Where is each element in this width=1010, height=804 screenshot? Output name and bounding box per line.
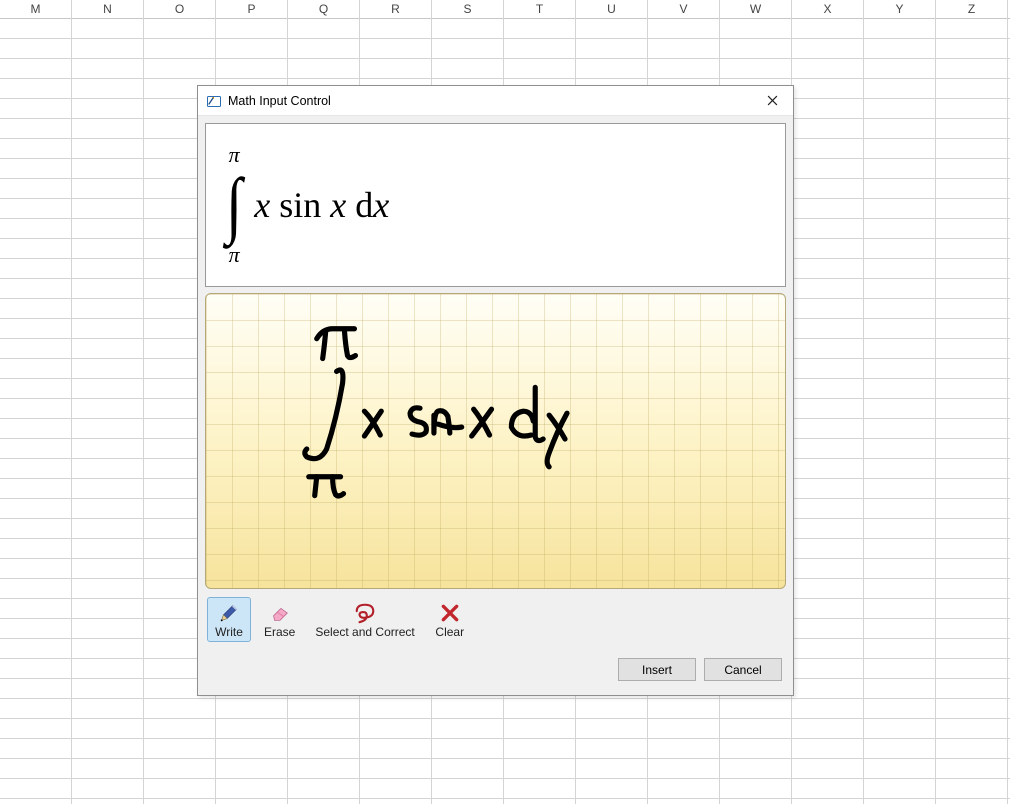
dialog-title: Math Input Control: [228, 94, 331, 108]
cancel-button[interactable]: Cancel: [704, 658, 782, 681]
titlebar: Math Input Control: [198, 86, 793, 116]
handwriting-ink: [206, 294, 785, 588]
integral-symbol: ∫: [226, 166, 242, 244]
write-label: Write: [215, 625, 243, 639]
column-header[interactable]: T: [504, 0, 576, 19]
clear-tool[interactable]: Clear: [428, 597, 472, 642]
write-tool[interactable]: Write: [207, 597, 251, 642]
column-header[interactable]: P: [216, 0, 288, 19]
erase-tool[interactable]: Erase: [257, 597, 302, 642]
clear-label: Clear: [435, 625, 464, 639]
ink-toolbar: Write Erase Select and Correct: [205, 595, 786, 642]
select-correct-tool[interactable]: Select and Correct: [308, 597, 421, 642]
column-headers-row: MNOPQRSTUVWXYZAAAB: [0, 0, 1010, 19]
column-header[interactable]: V: [648, 0, 720, 19]
insert-button[interactable]: Insert: [618, 658, 696, 681]
column-header[interactable]: O: [144, 0, 216, 19]
math-input-dialog: Math Input Control π ∫ π x sin x dx: [197, 85, 794, 696]
select-correct-label: Select and Correct: [315, 625, 414, 639]
integrand: x sin x dx: [254, 184, 389, 226]
close-icon: [767, 95, 778, 106]
column-header[interactable]: R: [360, 0, 432, 19]
lower-limit: π: [229, 244, 240, 266]
recognized-equation: π ∫ π x sin x dx: [224, 144, 389, 266]
clear-x-icon: [438, 601, 462, 625]
upper-limit: π: [229, 144, 240, 166]
column-header[interactable]: X: [792, 0, 864, 19]
eraser-icon: [268, 601, 292, 625]
ink-canvas[interactable]: [205, 293, 786, 589]
close-button[interactable]: [759, 88, 785, 114]
column-header[interactable]: W: [720, 0, 792, 19]
column-header[interactable]: S: [432, 0, 504, 19]
dialog-button-row: Insert Cancel: [205, 648, 786, 687]
column-header[interactable]: M: [0, 0, 72, 19]
column-header[interactable]: U: [576, 0, 648, 19]
column-header[interactable]: N: [72, 0, 144, 19]
erase-label: Erase: [264, 625, 295, 639]
column-header[interactable]: Z: [936, 0, 1008, 19]
pen-icon: [217, 601, 241, 625]
column-header[interactable]: Q: [288, 0, 360, 19]
lasso-icon: [353, 601, 377, 625]
math-input-app-icon: [206, 93, 222, 109]
equation-preview-panel: π ∫ π x sin x dx: [205, 123, 786, 287]
column-header[interactable]: Y: [864, 0, 936, 19]
